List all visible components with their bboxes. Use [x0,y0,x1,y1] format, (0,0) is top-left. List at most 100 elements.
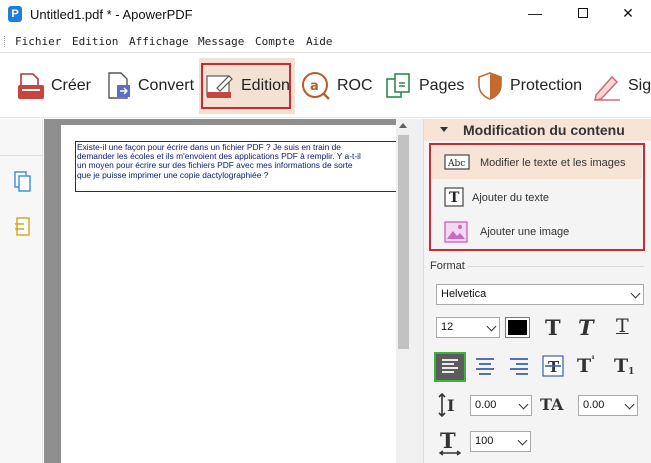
signature-icon [594,75,620,101]
thumbnails-icon[interactable] [14,171,32,193]
scrollbar-thumb[interactable] [398,135,409,349]
superscript-icon[interactable]: T¹ [577,355,595,377]
pdf-page[interactable]: Existe-il une façon pour écrire dans un … [61,125,397,463]
window-title: Untitled1.pdf * - ApowerPDF [30,7,193,22]
tool-protection-label: Protection [510,77,583,94]
menu-edition[interactable]: Edition [72,35,118,48]
panel-splitter[interactable] [411,119,424,463]
color-swatch [508,320,527,335]
menu-aide[interactable]: Aide [306,35,333,48]
tool-pages-label: Pages [419,77,465,94]
add-image-icon [444,221,468,243]
align-left-button[interactable] [434,352,466,382]
svg-text:I: I [447,396,454,415]
edit-text-image-icon: Abc [444,154,470,170]
panel-header[interactable]: Modification du contenu [424,119,651,141]
menu-message[interactable]: Message [198,35,244,48]
ocr-icon: a [302,72,330,100]
menu-fichier[interactable]: Fichier [15,35,61,48]
editable-text-box[interactable]: Existe-il une façon pour écrire dans un … [75,141,397,192]
modify-text-images-label: Modifier le texte et les images [480,157,626,169]
document-scrollbar[interactable] [396,119,411,463]
horizontal-scale-value: 100 [475,435,494,447]
chevron-down-icon [630,288,641,299]
menu-affichage[interactable]: Affichage [129,35,189,48]
format-divider [468,266,644,267]
menu-bar: Fichier Edition Affichage Message Compte… [0,30,651,53]
font-family-select[interactable]: Helvetica [436,284,644,305]
align-left-icon [442,359,458,373]
chevron-down-icon [486,321,497,332]
svg-text:T: T [449,190,460,206]
main-toolbar: Créer Convert Edition a ROC Pages Protec… [0,54,651,118]
title-bar: P Untitled1.pdf * - ApowerPDF — ✕ [0,0,651,30]
tool-pages[interactable]: Pages [385,58,464,114]
tool-convert[interactable]: Convert [106,58,194,114]
scroll-up-icon[interactable] [399,123,407,128]
app-logo-icon: P [8,6,22,22]
tool-signature-label: Sig [628,77,651,94]
maximize-button[interactable] [563,2,603,26]
edition-highlight-box [201,63,291,109]
tool-signature[interactable]: Sig [592,58,651,114]
collapse-triangle-icon [440,127,448,132]
minimize-button[interactable]: — [515,2,555,26]
close-button[interactable]: ✕ [608,2,648,26]
menu-grip [4,36,6,47]
modify-text-images-button[interactable]: Abc Modifier le texte et les images [432,146,642,179]
add-text-label: Ajouter du texte [472,192,550,204]
character-spacing-icon: TA [540,395,564,414]
line-spacing-value: 0.00 [475,399,497,411]
font-family-value: Helvetica [441,288,487,300]
character-spacing-select[interactable]: 0.00 [578,395,638,416]
tool-protection[interactable]: Protection [476,58,582,114]
content-actions-group: Abc Modifier le texte et les images T Aj… [429,143,645,251]
chevron-down-icon [517,435,528,446]
document-view: Existe-il une façon pour écrire dans un … [44,119,397,463]
tool-roc-label: ROC [337,77,373,94]
tool-creer-label: Créer [51,77,92,94]
subscript-icon[interactable]: T1 [614,355,634,377]
add-image-button[interactable]: Ajouter une image [432,215,642,248]
character-spacing-value: 0.00 [583,399,605,411]
maximize-icon [578,8,588,18]
menu-compte[interactable]: Compte [255,35,295,48]
text-color-picker[interactable] [505,317,530,338]
tool-convert-label: Convert [138,77,195,94]
panel-title: Modification du contenu [463,122,625,138]
shield-icon [478,72,502,100]
align-right-icon[interactable] [508,355,530,379]
strikethrough-icon[interactable]: T [542,354,564,378]
format-section-label: Format [430,260,465,272]
add-text-icon: T [444,187,464,207]
right-panel: Modification du contenu Abc Modifier le … [424,119,651,463]
add-image-label: Ajouter une image [480,226,570,238]
left-sidebar [0,119,43,463]
tool-edition[interactable]: Edition [199,58,295,114]
line-spacing-select[interactable]: 0.00 [470,395,532,416]
underline-icon[interactable]: T [616,315,629,337]
font-size-value: 12 [441,321,454,333]
create-icon [18,73,44,99]
text-line: que je puisse imprimer une copie dactylo… [77,169,269,180]
bold-icon[interactable]: T [545,315,561,340]
sidebar-divider [0,155,43,156]
align-center-icon[interactable] [474,355,496,379]
convert-icon [108,72,130,99]
horizontal-scale-select[interactable]: 100 [470,431,531,452]
svg-text:a: a [310,79,319,94]
italic-icon[interactable]: T [578,315,594,340]
font-size-select[interactable]: 12 [436,317,500,338]
pages-icon [386,73,410,98]
line-spacing-icon: I [438,392,454,418]
chevron-down-icon [624,399,635,410]
svg-text:T: T [440,430,456,453]
svg-text:T: T [548,358,560,376]
tool-creer[interactable]: Créer [17,58,91,114]
add-text-button[interactable]: T Ajouter du texte [432,181,642,214]
chevron-down-icon [518,399,529,410]
tool-roc[interactable]: a ROC [301,58,373,114]
horizontal-scale-icon: T [438,430,462,456]
bookmarks-icon[interactable] [14,217,32,237]
svg-text:Abc: Abc [447,159,465,169]
